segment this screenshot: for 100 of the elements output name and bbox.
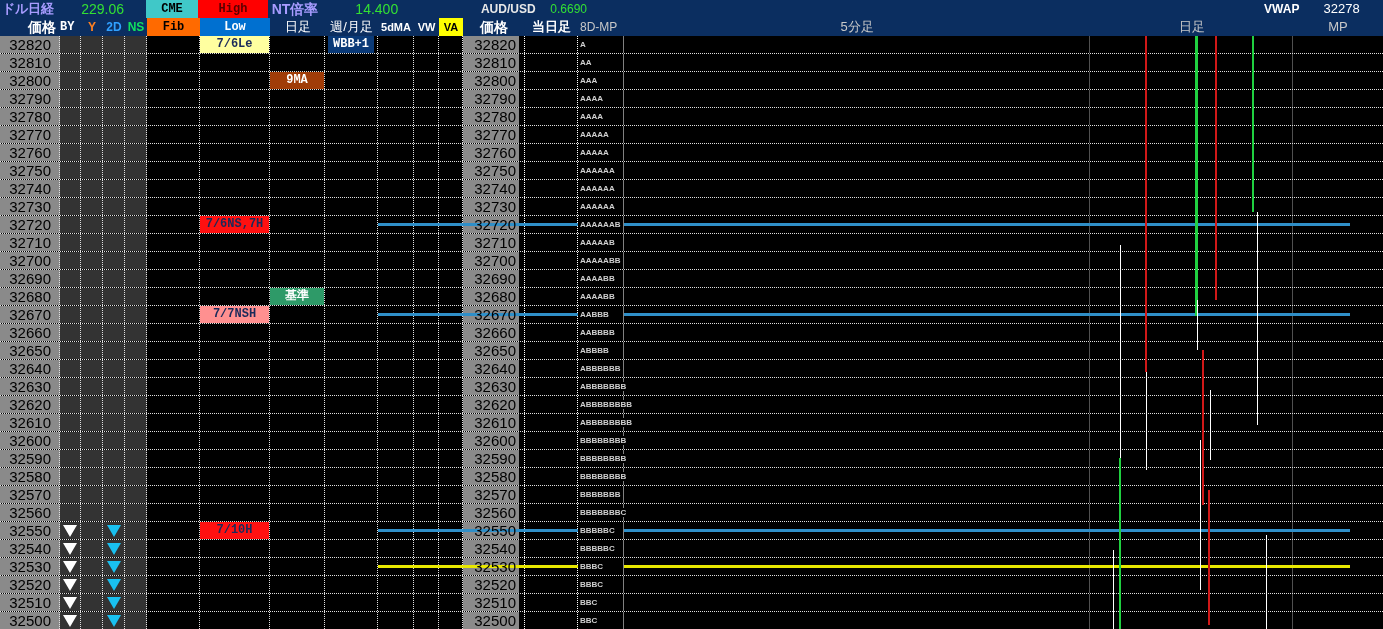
column-header: Low [200, 18, 270, 36]
high-label: High [198, 0, 268, 18]
price-label: 32710 [473, 234, 517, 251]
market-profile-letters: AABBB [580, 310, 609, 319]
column-header: 5分足 [839, 18, 875, 36]
market-profile-letters: BBBBBC [580, 526, 615, 535]
price-label: 32660 [8, 324, 52, 341]
price-label: 32510 [8, 594, 52, 611]
market-profile-letters: AAAABB [580, 274, 615, 283]
market-profile-letters: AAAAABB [580, 256, 621, 265]
market-profile-letters: AAA [580, 76, 598, 85]
price-label: 32620 [8, 396, 52, 413]
market-profile-letters: AAAAAA [580, 202, 615, 211]
market-profile-letters: ABBBBBB [580, 364, 621, 373]
price-label: 32800 [473, 72, 517, 89]
price-label: 32810 [473, 54, 517, 71]
market-profile-letters: BBBBBBBB [580, 436, 627, 445]
price-label: 32570 [8, 486, 52, 503]
price-label: 32590 [8, 450, 52, 467]
price-label: 32750 [8, 162, 52, 179]
price-label: 32550 [8, 522, 52, 539]
level-tag: WBB+1 [328, 36, 374, 53]
price-label: 32500 [8, 612, 52, 629]
price-label: 32810 [8, 54, 52, 71]
column-header: 当日足 [530, 18, 572, 36]
market-profile-letters: AAAAAAB [580, 220, 621, 229]
price-label: 32730 [8, 198, 52, 215]
price-label: 32560 [8, 504, 52, 521]
price-label: 32820 [473, 36, 517, 53]
market-profile-letters: AAAA [580, 94, 604, 103]
market-profile-letters: BBBC [580, 580, 604, 589]
column-header: Y [87, 19, 97, 36]
market-profile-letters: ABBBBBBB [580, 382, 627, 391]
price-label: 32530 [8, 558, 52, 575]
market-profile-letters: AAAAA [580, 148, 609, 157]
column-header: VW [416, 20, 437, 35]
level-tag: 基準 [270, 288, 324, 305]
market-profile-letters: ABBBBBBBB [580, 400, 632, 409]
price-label: 32800 [8, 72, 52, 89]
market-profile-letters: AA [580, 58, 592, 67]
price-label: 32670 [8, 306, 52, 323]
price-label: 32620 [473, 396, 517, 413]
price-label: 32540 [8, 540, 52, 557]
market-profile-letters: BBBBBC [580, 544, 615, 553]
header-title: ドル日経 [1, 0, 55, 18]
price-label: 32770 [8, 126, 52, 143]
currency-value: 0.6690 [550, 1, 588, 18]
price-label: 32640 [473, 360, 517, 377]
ratio-value: 14.400 [354, 0, 400, 18]
price-label: 32610 [473, 414, 517, 431]
market-profile-letters: BBBBBBBB [580, 454, 627, 463]
column-header: Fib [147, 18, 200, 36]
price-label: 32650 [8, 342, 52, 359]
market-profile-letters: BBC [580, 598, 598, 607]
market-profile-letters: A [580, 40, 586, 49]
ratio-label: NT倍率 [270, 0, 320, 18]
column-header: BY [60, 19, 76, 36]
price-label: 32660 [473, 324, 517, 341]
column-header: 2D [105, 19, 123, 36]
vwap-value: 32278 [1323, 0, 1361, 18]
price-label: 32700 [8, 252, 52, 269]
price-label: 32750 [473, 162, 517, 179]
price-label: 32650 [473, 342, 517, 359]
price-label: 32570 [473, 486, 517, 503]
price-label: 32600 [473, 432, 517, 449]
market-profile-letters: AAAA [580, 112, 604, 121]
column-header: 日足 [283, 18, 312, 36]
price-label: 32520 [473, 576, 517, 593]
market-profile-letters: BBBC [580, 562, 604, 571]
market-profile-letters: ABBBBBBBB [580, 418, 632, 427]
vwap-label: VWAP [1264, 1, 1301, 18]
price-label: 32630 [8, 378, 52, 395]
market-profile-letters: AAAAAB [580, 238, 615, 247]
market-profile-letters: AAAABB [580, 292, 615, 301]
price-label: 32560 [473, 504, 517, 521]
price-label: 32690 [473, 270, 517, 287]
price-label: 32700 [473, 252, 517, 269]
price-label: 32610 [8, 414, 52, 431]
price-label: 32740 [8, 180, 52, 197]
price-label: 32520 [8, 576, 52, 593]
market-profile-letters: AAAAA [580, 130, 609, 139]
market-profile-letters: AAAAAA [580, 184, 615, 193]
price-label: 32600 [8, 432, 52, 449]
price-label: 32580 [8, 468, 52, 485]
price-label: 32760 [473, 144, 517, 161]
column-header: NS [126, 19, 146, 36]
price-label: 32510 [473, 594, 517, 611]
market-profile-letters: BBBBBBBB [580, 472, 627, 481]
candle-line [1210, 390, 1211, 460]
price-label: 32790 [8, 90, 52, 107]
price-label: 32770 [473, 126, 517, 143]
price-label: 32640 [8, 360, 52, 377]
column-header: 日足 [1177, 18, 1206, 36]
price-label: 32720 [8, 216, 52, 233]
currency-pair: AUD/USD [480, 1, 537, 18]
market-profile-letters: BBBBBBB [580, 490, 621, 499]
market-profile-letters: AABBBB [580, 328, 615, 337]
level-tag: 9MA [270, 72, 324, 89]
level-tag: 7/10H [200, 522, 269, 539]
column-header: VA [439, 18, 463, 36]
